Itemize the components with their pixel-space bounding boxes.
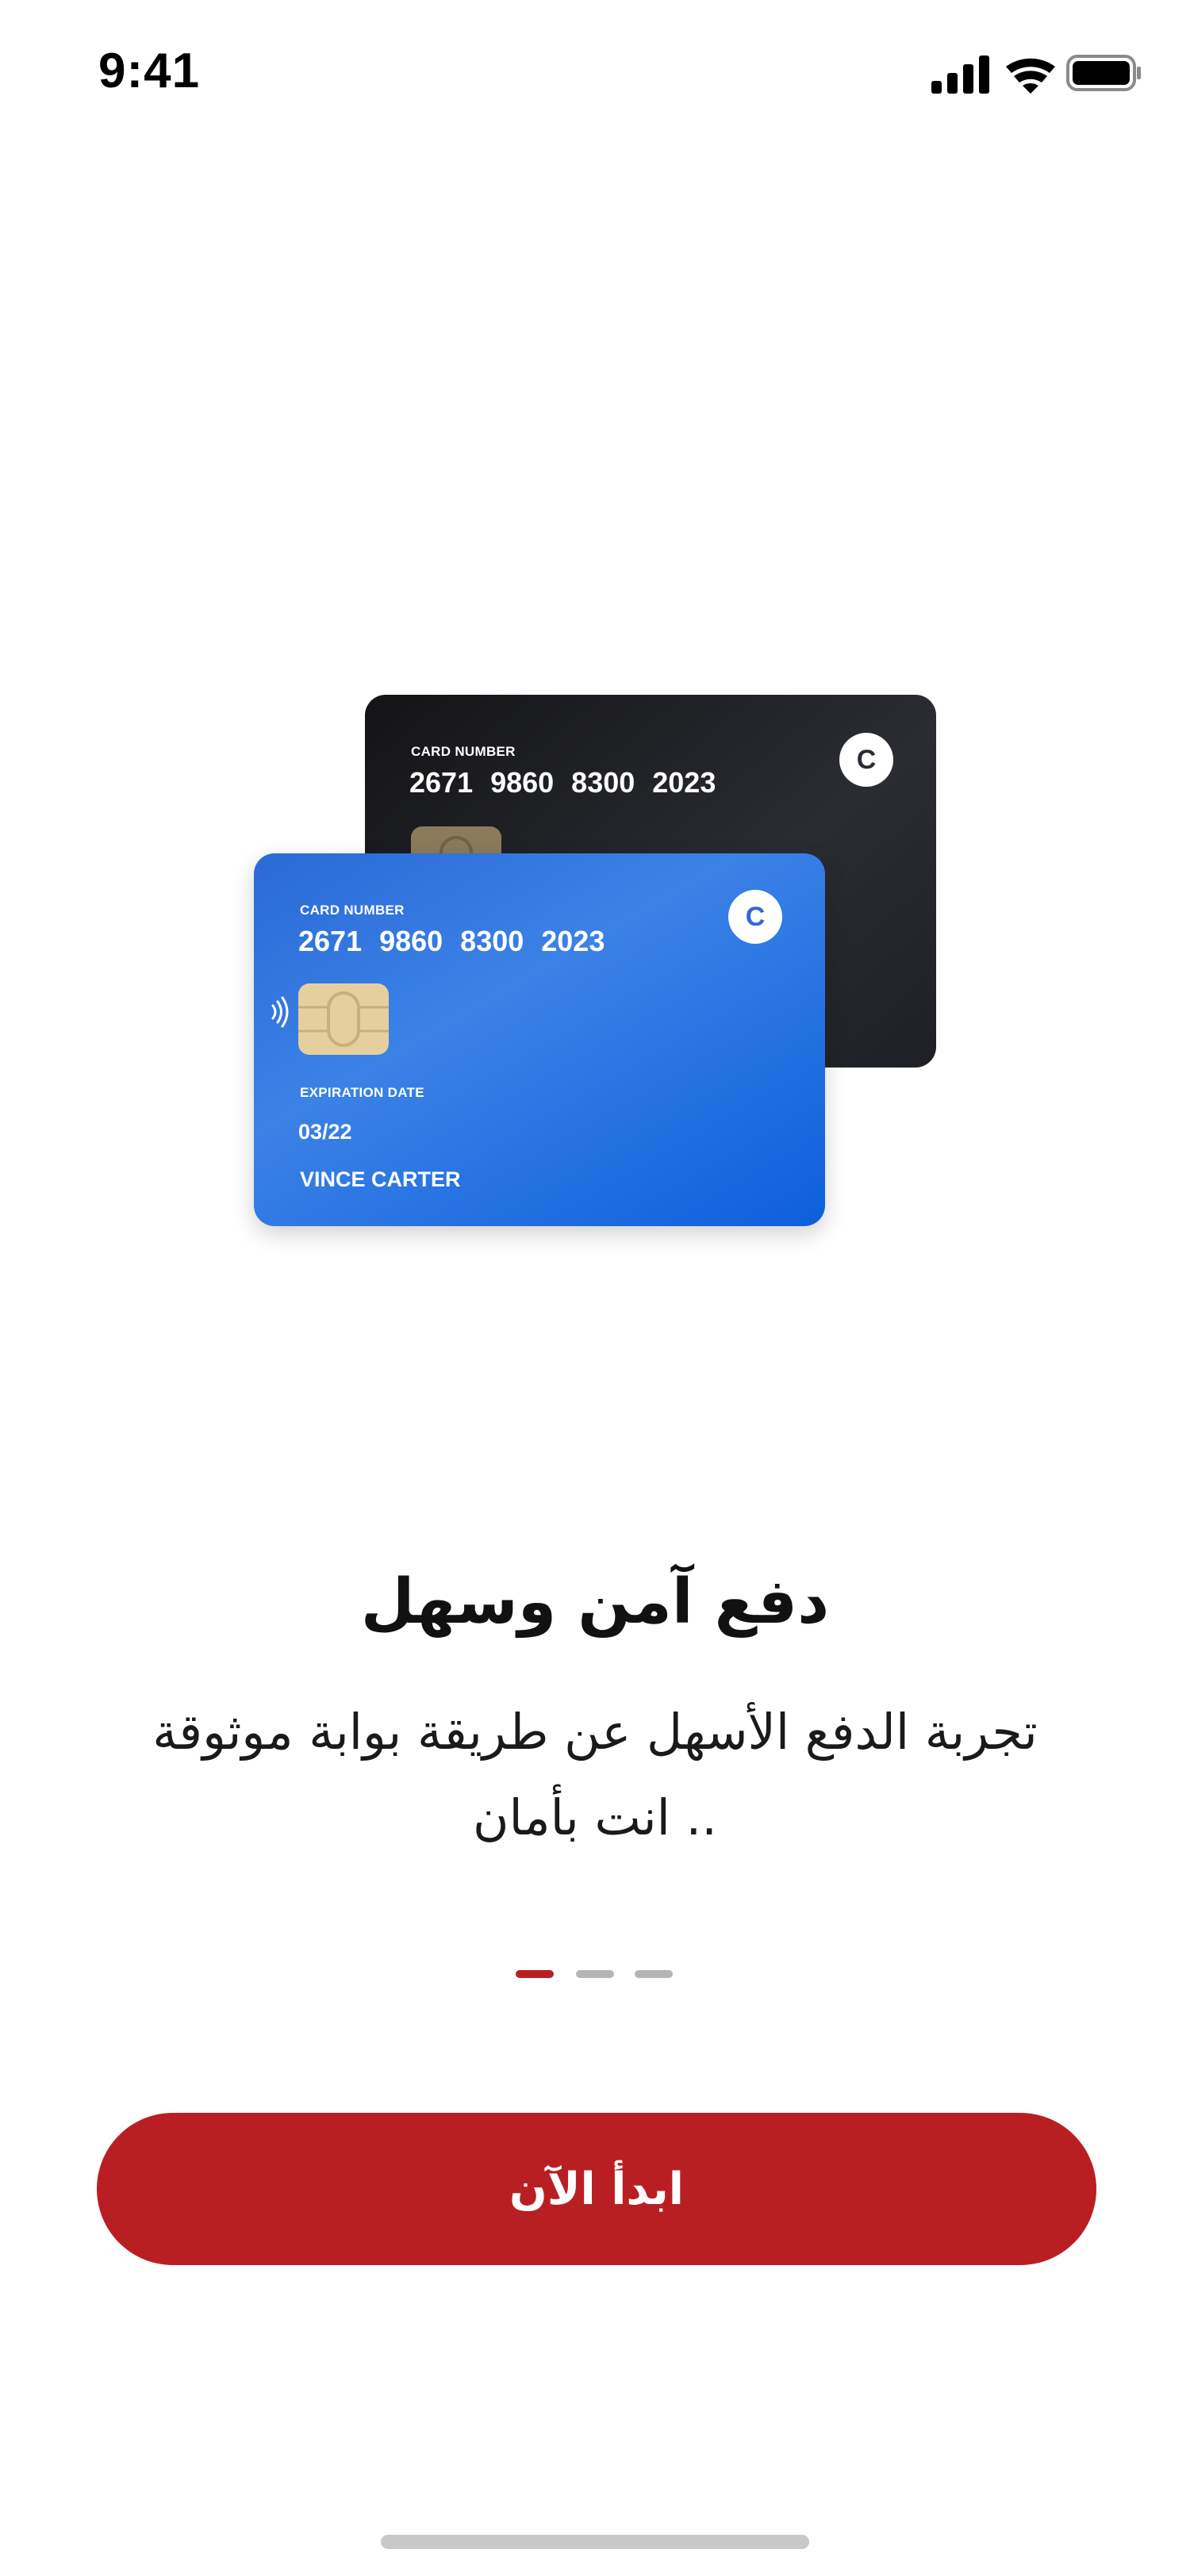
card-number-label: CARD NUMBER: [411, 744, 516, 759]
contactless-icon: [271, 996, 289, 1028]
status-icons: [928, 51, 1142, 95]
page-dot-1[interactable]: [516, 1970, 554, 1978]
card-number-label: CARD NUMBER: [300, 903, 405, 918]
battery-icon: [1066, 55, 1141, 91]
card-logo-icon: C: [728, 890, 782, 944]
cellular-signal-icon: [931, 56, 989, 94]
expiration-label: EXPIRATION DATE: [300, 1085, 424, 1100]
card-chip-icon: [298, 983, 389, 1055]
status-bar: 9:41: [0, 0, 1190, 143]
card-number: 2671 9860 8300 2023: [298, 925, 605, 957]
status-time: 9:41: [98, 44, 201, 98]
card-logo-icon: C: [839, 733, 893, 787]
home-indicator[interactable]: [381, 2535, 809, 2549]
front-card: CARD NUMBER 2671 9860 8300 2023 C EXPIRA…: [254, 853, 825, 1226]
wifi-icon: [1006, 58, 1055, 94]
page-dot-3[interactable]: [635, 1970, 673, 1978]
card-holder-name: VINCE CARTER: [300, 1167, 461, 1191]
page-dot-2[interactable]: [576, 1970, 614, 1978]
expiration-date: 03/22: [298, 1120, 352, 1144]
start-now-button[interactable]: ابدأ الآن: [97, 2113, 1096, 2265]
onboarding-description: تجربة الدفع الأسهل عن طريقة بوابة موثوقة…: [152, 1703, 1038, 1846]
card-number: 2671 9860 8300 2023: [409, 766, 716, 799]
onboarding-title: دفع آمن وسهل: [360, 1566, 830, 1638]
start-now-label: ابدأ الآن: [509, 2163, 684, 2215]
status-icons-svg: [931, 55, 1141, 94]
cards-illustration: CARD NUMBER 2671 9860 8300 2023 C CARD N…: [0, 682, 1190, 1253]
page-indicator: [516, 1970, 674, 1980]
